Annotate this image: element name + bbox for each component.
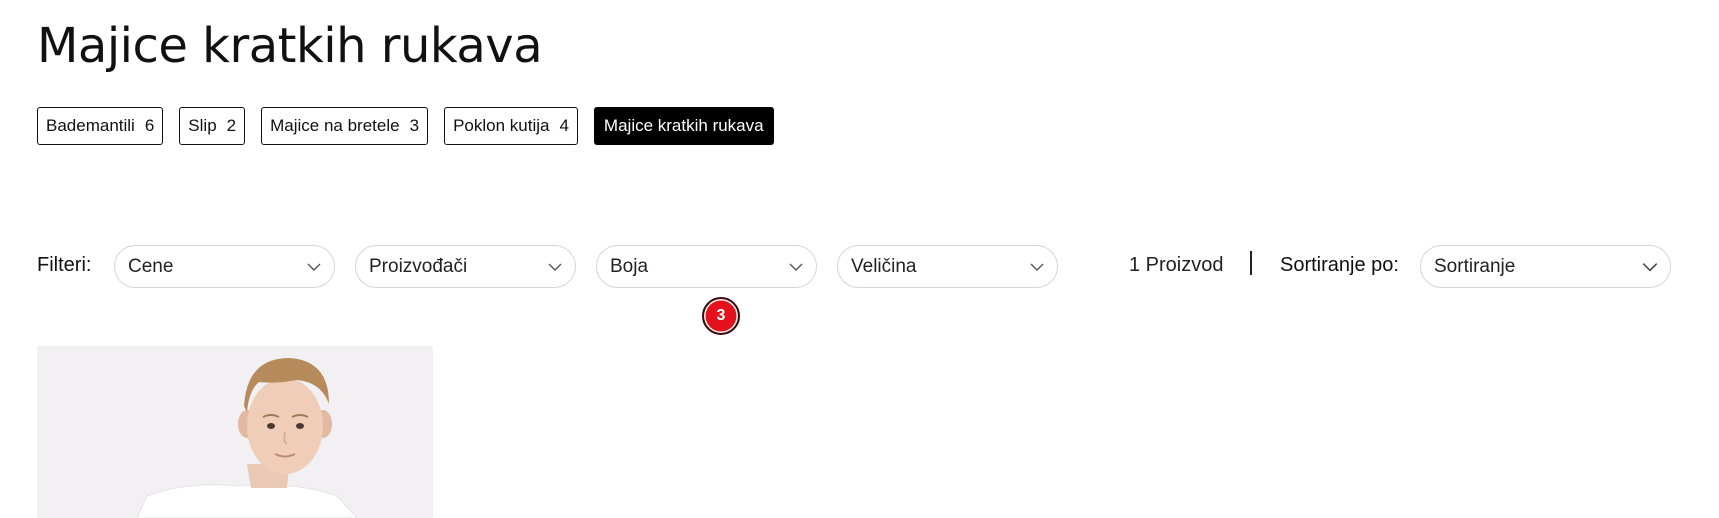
- category-chip-count: 2: [226, 116, 237, 135]
- category-chip-poklon-kutija[interactable]: Poklon kutija 4: [444, 107, 578, 145]
- size-filter-select[interactable]: Veličina: [837, 245, 1058, 288]
- sort-select[interactable]: Sortiranje: [1420, 245, 1671, 288]
- filters-label: Filteri:: [37, 254, 92, 276]
- category-chip-majice-na-bretele[interactable]: Majice na bretele 3: [261, 107, 429, 145]
- category-chip-label: Slip: [188, 116, 217, 135]
- divider: [1250, 251, 1252, 275]
- sort-select-value: Sortiranje: [1434, 255, 1516, 277]
- category-chip-count: 4: [559, 116, 569, 135]
- boy-photo: [37, 346, 433, 518]
- chevron-down-icon: [1030, 263, 1044, 271]
- product-image[interactable]: [37, 346, 433, 518]
- chevron-down-icon: [1642, 263, 1658, 272]
- category-chip-count: 6: [144, 116, 155, 135]
- price-filter-label: Cene: [128, 255, 174, 277]
- page-title: Majice kratkih rukava: [37, 18, 543, 74]
- category-chip-label: Poklon kutija: [453, 116, 550, 135]
- color-filter-badge: 3: [702, 297, 740, 335]
- category-chip-majice-kratkih-rukava[interactable]: Majice kratkih rukava: [593, 107, 774, 145]
- size-filter-label: Veličina: [851, 255, 917, 277]
- chevron-down-icon: [307, 263, 321, 271]
- filter-bar: Filteri: Cene Proizvođači Boja Veličina …: [37, 245, 1671, 288]
- category-chip-label: Bademantili: [46, 116, 135, 135]
- color-filter-label: Boja: [610, 255, 649, 277]
- category-chip-label: Majice kratkih rukava: [603, 116, 764, 135]
- sort-label: Sortiranje po:: [1280, 254, 1399, 276]
- category-chip-slip[interactable]: Slip 2: [179, 107, 246, 145]
- brand-filter-select[interactable]: Proizvođači: [355, 245, 576, 288]
- category-chip-count: 3: [409, 116, 420, 135]
- category-chips: Bademantili 6 Slip 2 Majice na bretele 3…: [37, 107, 774, 145]
- price-filter-select[interactable]: Cene: [114, 245, 335, 288]
- color-filter-select[interactable]: Boja: [596, 245, 817, 288]
- chevron-down-icon: [789, 263, 803, 271]
- product-count: 1 Proizvod: [1129, 254, 1224, 276]
- chevron-down-icon: [548, 263, 562, 271]
- category-chip-label: Majice na bretele: [270, 116, 400, 135]
- brand-filter-label: Proizvođači: [369, 255, 468, 277]
- category-chip-bademantili[interactable]: Bademantili 6: [37, 107, 164, 145]
